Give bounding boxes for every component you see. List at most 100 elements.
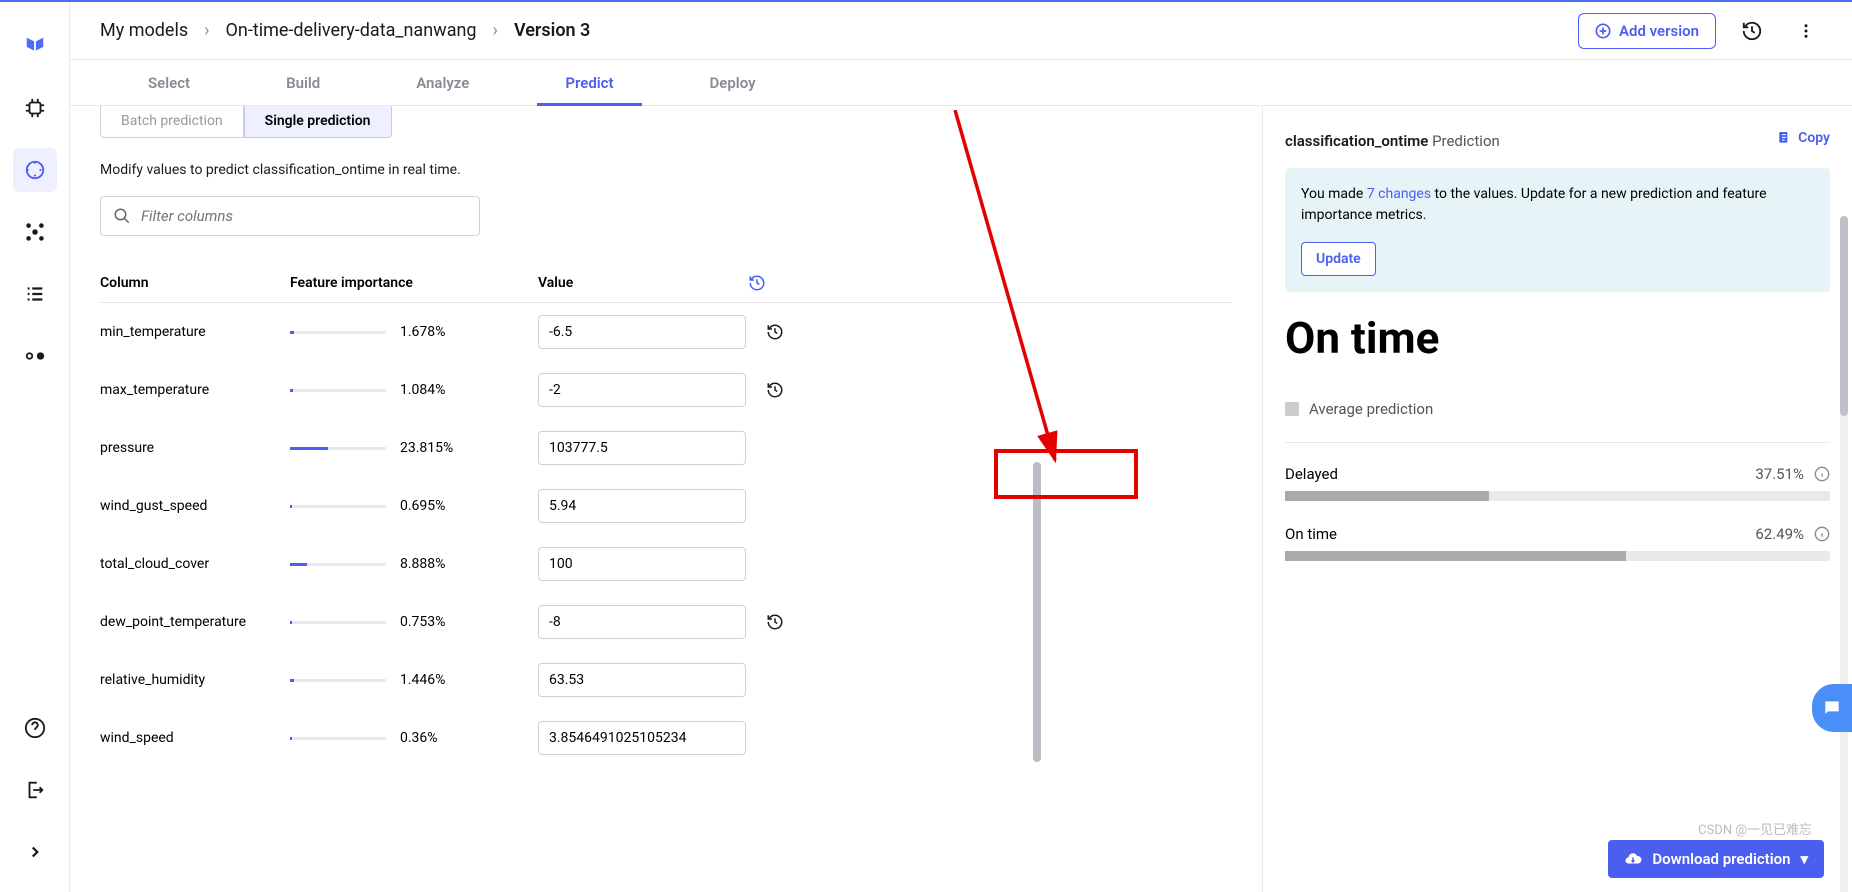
history-icon	[1741, 20, 1763, 42]
history-icon[interactable]	[748, 274, 788, 292]
sidebar-target-icon[interactable]	[13, 148, 57, 192]
sidebar-logo[interactable]	[13, 24, 57, 68]
panel-scrollbar[interactable]	[1033, 462, 1041, 762]
feature-row: wind_gust_speed 0.695%	[100, 477, 1232, 535]
feature-row: relative_humidity 1.446%	[100, 651, 1232, 709]
feature-value-input[interactable]	[538, 431, 746, 465]
changes-link[interactable]: 7 changes	[1367, 186, 1431, 202]
filter-columns-input[interactable]	[100, 196, 480, 236]
breadcrumb-version: Version 3	[514, 20, 590, 41]
breadcrumb-project[interactable]: On-time-delivery-data_nanwang	[226, 20, 477, 41]
feature-name: min_temperature	[100, 324, 290, 340]
header: My models › On-time-delivery-data_nanwan…	[70, 2, 1852, 60]
tab-select[interactable]: Select	[100, 60, 238, 105]
watermark: CSDN @一见已难忘	[1698, 819, 1812, 838]
chevron-down-icon: ▾	[1800, 850, 1808, 868]
chevron-right-icon: ›	[204, 20, 209, 41]
feature-name: relative_humidity	[100, 672, 290, 688]
feature-value-input[interactable]	[538, 663, 746, 697]
sidebar	[0, 2, 70, 892]
feature-importance: 1.678%	[290, 324, 538, 340]
row-history-icon[interactable]	[766, 613, 806, 631]
prediction-row: Delayed 37.51%	[1285, 465, 1830, 501]
prediction-title: classification_ontime Prediction	[1285, 132, 1830, 150]
instruction-text: Modify values to predict classification_…	[100, 162, 1232, 178]
batch-prediction-button[interactable]: Batch prediction	[100, 106, 244, 138]
breadcrumb-root[interactable]: My models	[100, 20, 188, 41]
update-button[interactable]: Update	[1301, 242, 1376, 276]
feature-row: wind_speed 0.36%	[100, 709, 1232, 767]
feature-value-input[interactable]	[538, 489, 746, 523]
feature-importance: 1.446%	[290, 672, 538, 688]
tab-predict[interactable]: Predict	[517, 60, 661, 105]
feature-value-input[interactable]	[538, 721, 746, 755]
sidebar-dots-icon[interactable]	[13, 334, 57, 378]
tab-deploy[interactable]: Deploy	[662, 60, 804, 105]
more-vertical-icon	[1797, 22, 1815, 40]
tab-analyze[interactable]: Analyze	[368, 60, 517, 105]
feature-row: min_temperature 1.678%	[100, 303, 1232, 361]
feature-name: max_temperature	[100, 382, 290, 398]
row-history-icon[interactable]	[766, 381, 806, 399]
filter-input[interactable]	[141, 207, 467, 225]
sidebar-help-icon[interactable]	[13, 706, 57, 750]
feature-row: dew_point_temperature 0.753%	[100, 593, 1232, 651]
prediction-label: Delayed	[1285, 465, 1338, 483]
row-history-icon[interactable]	[766, 323, 806, 341]
search-icon	[113, 207, 131, 225]
more-button[interactable]	[1788, 13, 1824, 49]
feature-row: max_temperature 1.084%	[100, 361, 1232, 419]
feature-importance: 0.695%	[290, 498, 538, 514]
col-header-value: Value	[538, 275, 748, 291]
feature-value-input[interactable]	[538, 373, 746, 407]
plus-circle-icon	[1595, 23, 1611, 39]
scrollbar-thumb[interactable]	[1840, 216, 1848, 416]
info-icon[interactable]	[1814, 526, 1830, 542]
feature-importance: 1.084%	[290, 382, 538, 398]
prediction-mode-toggle: Batch prediction Single prediction	[100, 106, 1232, 138]
cloud-download-icon	[1624, 850, 1642, 868]
breadcrumb: My models › On-time-delivery-data_nanwan…	[100, 20, 590, 41]
chevron-right-icon: ›	[493, 20, 498, 41]
feature-importance: 0.36%	[290, 730, 538, 746]
prediction-row: On time 62.49%	[1285, 525, 1830, 561]
info-icon[interactable]	[1814, 466, 1830, 482]
feature-name: total_cloud_cover	[100, 556, 290, 572]
prediction-pct: 62.49%	[1755, 525, 1830, 543]
copy-icon	[1776, 130, 1792, 146]
col-header-name: Column	[100, 275, 290, 291]
history-button[interactable]	[1734, 13, 1770, 49]
tab-build[interactable]: Build	[238, 60, 368, 105]
feature-value-input[interactable]	[538, 547, 746, 581]
feature-value-input[interactable]	[538, 605, 746, 639]
chat-icon	[1822, 698, 1842, 718]
feature-importance: 23.815%	[290, 440, 538, 456]
sidebar-logout-icon[interactable]	[13, 768, 57, 812]
copy-button[interactable]: Copy	[1776, 130, 1830, 146]
prediction-result: On time	[1285, 312, 1830, 364]
sidebar-graph-icon[interactable]	[13, 210, 57, 254]
tabs: Select Build Analyze Predict Deploy	[70, 60, 1852, 106]
feature-name: pressure	[100, 440, 290, 456]
right-panel: classification_ontime Prediction Copy Yo…	[1262, 106, 1852, 892]
sidebar-list-icon[interactable]	[13, 272, 57, 316]
left-panel: Batch prediction Single prediction Modif…	[70, 106, 1262, 892]
table-header: Column Feature importance Value	[100, 264, 1232, 303]
sidebar-collapse-icon[interactable]	[13, 830, 57, 874]
download-prediction-button[interactable]: Download prediction ▾	[1608, 840, 1824, 878]
chat-button[interactable]	[1812, 684, 1852, 732]
update-notice: You made 7 changes to the values. Update…	[1285, 168, 1830, 292]
feature-row: total_cloud_cover 8.888%	[100, 535, 1232, 593]
add-version-button[interactable]: Add version	[1578, 13, 1716, 49]
sidebar-chip-icon[interactable]	[13, 86, 57, 130]
average-prediction-legend: Average prediction	[1285, 400, 1830, 418]
prediction-pct: 37.51%	[1755, 465, 1830, 483]
feature-importance: 8.888%	[290, 556, 538, 572]
feature-name: wind_gust_speed	[100, 498, 290, 514]
col-header-importance: Feature importance	[290, 275, 538, 291]
feature-value-input[interactable]	[538, 315, 746, 349]
single-prediction-button[interactable]: Single prediction	[244, 106, 392, 138]
feature-name: wind_speed	[100, 730, 290, 746]
legend-box-icon	[1285, 402, 1299, 416]
feature-importance: 0.753%	[290, 614, 538, 630]
